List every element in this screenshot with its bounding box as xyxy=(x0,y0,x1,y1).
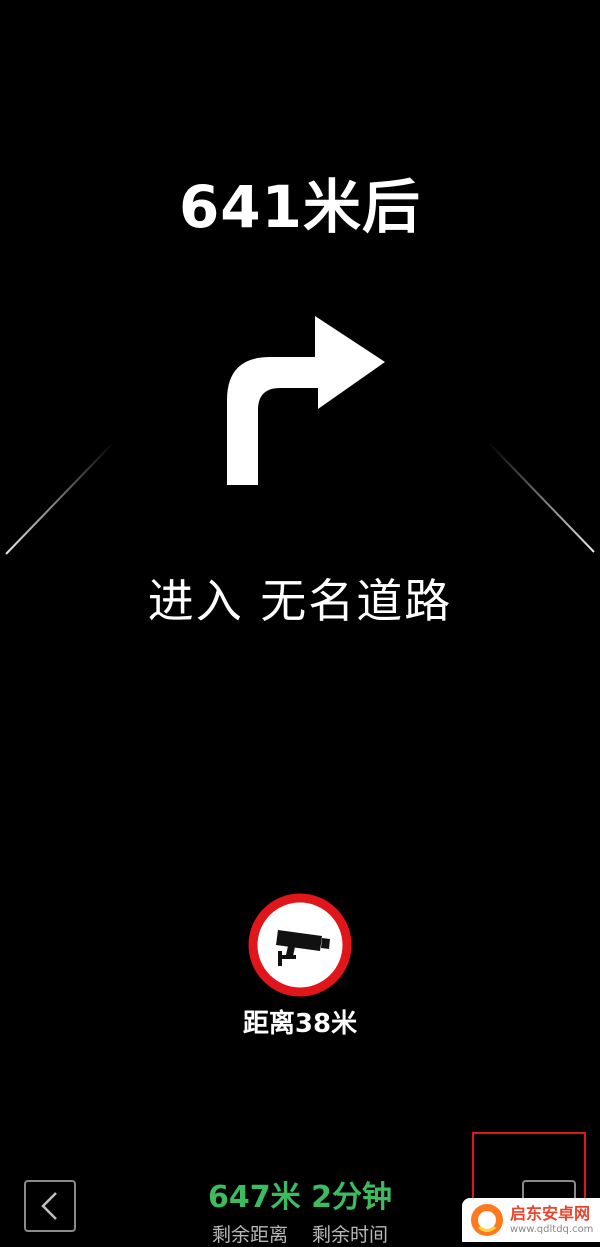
distance-to-turn: 641米后 xyxy=(178,173,422,241)
watermark-name: 启东安卓网 xyxy=(510,1203,591,1223)
remaining-time-label: 剩余时间 xyxy=(312,1224,389,1246)
watermark-logo-icon xyxy=(471,1204,503,1236)
road-instruction: 进入 无名道路 xyxy=(147,574,453,628)
chevron-left-icon xyxy=(41,1192,57,1220)
camera-distance: 距离38米 xyxy=(242,1009,358,1039)
remaining-time: 2分钟 xyxy=(311,1180,392,1215)
remaining-labels: 剩余距离 剩余时间 xyxy=(150,1220,450,1247)
back-button[interactable] xyxy=(24,1180,76,1232)
watermark-url: www.qdltdq.com xyxy=(510,1223,594,1235)
remaining-distance-label: 剩余距离 xyxy=(211,1224,288,1246)
remaining-distance: 647米 xyxy=(208,1180,301,1215)
turn-right-arrow-icon xyxy=(227,316,385,485)
remaining-info: 647米 2分钟 剩余距离 剩余时间 xyxy=(150,1172,450,1247)
speed-camera-icon xyxy=(248,893,352,997)
remaining-values: 647米 2分钟 xyxy=(150,1172,450,1216)
right-decorative-line xyxy=(487,441,595,553)
left-decorative-line xyxy=(5,441,115,555)
site-watermark: 启东安卓网 www.qdltdq.com xyxy=(462,1198,600,1242)
